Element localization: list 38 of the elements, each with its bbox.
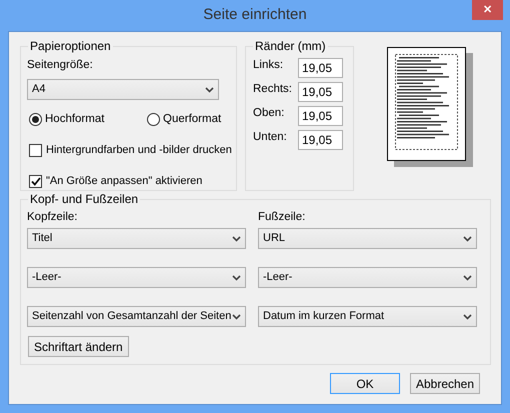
checkmark-icon: [30, 176, 40, 186]
margin-label: Oben:: [253, 106, 286, 121]
column-label: Fußzeile:: [258, 210, 306, 225]
window-title: Seite einrichten: [203, 5, 307, 26]
margin-field[interactable]: 19,05: [298, 106, 343, 126]
caret-icon: [463, 314, 472, 320]
dropdown[interactable]: A4: [27, 79, 219, 100]
caret-icon: [205, 86, 214, 92]
page-size-label: Seitengröße:: [27, 58, 94, 73]
dialog-button[interactable]: OK: [330, 373, 400, 394]
dropdown[interactable]: Datum im kurzen Format: [258, 306, 477, 327]
dropdown[interactable]: Titel: [27, 228, 246, 249]
group-title: Kopf- und Fußzeilen: [28, 192, 140, 207]
change-font-button[interactable]: Schriftart ändern: [28, 336, 129, 357]
dialog-button[interactable]: Abbrechen: [410, 373, 480, 394]
checkbox[interactable]: "An Größe anpassen" aktivieren: [29, 172, 230, 190]
caret-icon: [463, 274, 472, 280]
caret-icon: [232, 274, 241, 280]
dropdown[interactable]: Seitenzahl von Gesamtanzahl der Seiten: [27, 306, 246, 327]
radio-button[interactable]: Hochformat: [29, 111, 147, 128]
column-label: Kopfzeile:: [27, 210, 79, 225]
caret-icon: [232, 314, 241, 320]
dropdown[interactable]: -Leer-: [27, 267, 246, 288]
group-title: Papieroptionen: [28, 39, 113, 54]
close-button[interactable]: ✕: [472, 0, 503, 20]
margin-label: Unten:: [253, 130, 288, 145]
checkbox[interactable]: Hintergrundfarben und -bilder drucken: [29, 142, 230, 159]
caret-icon: [463, 236, 472, 242]
margin-label: Rechts:: [253, 82, 293, 97]
caret-icon: [232, 236, 241, 242]
group-title: Ränder (mm): [253, 39, 328, 54]
margin-label: Links:: [253, 58, 284, 73]
dropdown[interactable]: URL: [258, 228, 477, 249]
margin-field[interactable]: 19,05: [298, 130, 343, 150]
dropdown[interactable]: -Leer-: [258, 267, 477, 288]
margin-field[interactable]: 19,05: [298, 82, 343, 102]
margin-field[interactable]: 19,05: [298, 58, 343, 78]
radio-button[interactable]: Querformat: [147, 111, 222, 128]
